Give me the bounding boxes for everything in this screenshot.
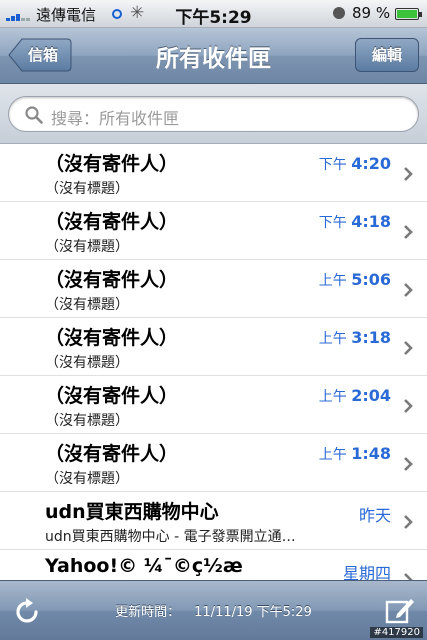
mail-sender: （沒有寄件人） xyxy=(45,385,179,407)
navigation-bar: 信箱 所有收件匣 編輯 xyxy=(0,28,427,84)
updated-label: 更新時間： xyxy=(115,605,181,620)
mail-subject: udn買東西購物中心 - 電子發票開立通… xyxy=(45,529,296,545)
mail-sender: （沒有寄件人） xyxy=(45,211,179,233)
alarm-icon xyxy=(333,7,345,19)
chevron-right-icon xyxy=(404,515,413,529)
mail-time: 上午 5:06 xyxy=(318,270,391,289)
chevron-right-icon xyxy=(404,573,413,580)
battery-icon xyxy=(395,8,422,20)
mail-sender: （沒有寄件人） xyxy=(45,443,179,465)
edit-button[interactable]: 編輯 xyxy=(355,38,419,72)
mail-sender: （沒有寄件人） xyxy=(45,153,179,175)
battery-percentage: 89 % xyxy=(352,4,391,22)
mail-time: 下午 4:18 xyxy=(318,212,391,231)
mail-list-item[interactable]: （沒有寄件人） （沒有標題） 下午 4:20 xyxy=(0,144,427,202)
search-input[interactable]: 搜尋：所有收件匣 xyxy=(8,96,419,132)
mail-time: 星期四 xyxy=(342,564,391,580)
mail-list-item[interactable]: （沒有寄件人） （沒有標題） 上午 3:18 xyxy=(0,318,427,376)
mail-subject: （沒有標題） xyxy=(45,355,129,371)
chevron-right-icon xyxy=(404,225,413,239)
updated-time: 11/11/19 下午5:29 xyxy=(194,605,312,620)
mail-list-item[interactable]: （沒有寄件人） （沒有標題） 上午 2:04 xyxy=(0,376,427,434)
mail-time: 上午 3:18 xyxy=(318,328,391,347)
mail-list-item[interactable]: Yahoo!© ¼¯©ç½æ 星期四 xyxy=(0,550,427,580)
mail-time: 下午 4:20 xyxy=(318,154,391,173)
mail-list: （沒有寄件人） （沒有標題） 下午 4:20 （沒有寄件人） （沒有標題） 下午… xyxy=(0,144,427,580)
search-placeholder: 搜尋：所有收件匣 xyxy=(51,109,180,128)
chevron-right-icon xyxy=(404,399,413,413)
mail-list-item[interactable]: （沒有寄件人） （沒有標題） 上午 1:48 xyxy=(0,434,427,492)
search-icon xyxy=(25,106,43,124)
mail-sender: （沒有寄件人） xyxy=(45,269,179,291)
bottom-toolbar: 更新時間： 11/11/19 下午5:29 #417920 xyxy=(0,580,427,640)
mail-sender: udn買東西購物中心 xyxy=(45,501,219,523)
mail-time: 上午 1:48 xyxy=(318,444,391,463)
compose-icon[interactable] xyxy=(385,596,415,626)
mail-list-item[interactable]: （沒有寄件人） （沒有標題） 上午 5:06 xyxy=(0,260,427,318)
watermark-text: #417920 xyxy=(370,627,423,638)
chevron-right-icon xyxy=(404,457,413,471)
mail-subject: （沒有標題） xyxy=(45,297,129,313)
mail-sender: （沒有寄件人） xyxy=(45,327,179,349)
mail-list-item[interactable]: udn買東西購物中心 udn買東西購物中心 - 電子發票開立通… 昨天 xyxy=(0,492,427,550)
status-bar: 遠傳電信 ✳ 下午5:29 89 % xyxy=(0,0,427,28)
mail-time: 上午 2:04 xyxy=(318,386,391,405)
mail-subject: （沒有標題） xyxy=(45,413,129,429)
mail-subject: （沒有標題） xyxy=(45,181,129,197)
mail-time: 昨天 xyxy=(358,506,391,525)
chevron-right-icon xyxy=(404,167,413,181)
search-bar: 搜尋：所有收件匣 xyxy=(0,84,427,144)
mail-subject: （沒有標題） xyxy=(45,471,129,487)
mail-subject: （沒有標題） xyxy=(45,239,129,255)
chevron-right-icon xyxy=(404,341,413,355)
updated-status: 更新時間： 11/11/19 下午5:29 xyxy=(0,601,427,620)
mail-sender: Yahoo!© ¼¯©ç½æ xyxy=(45,555,243,577)
mail-list-item[interactable]: （沒有寄件人） （沒有標題） 下午 4:18 xyxy=(0,202,427,260)
chevron-right-icon xyxy=(404,283,413,297)
